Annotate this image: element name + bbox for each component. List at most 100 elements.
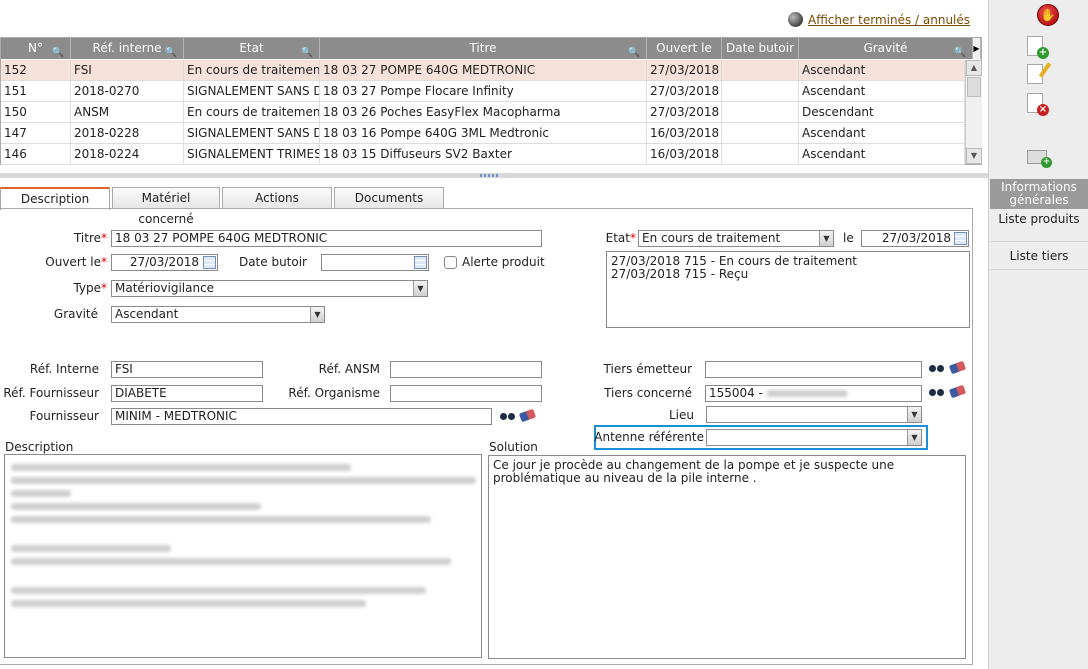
ref-fournisseur-field[interactable]: DIABETE — [111, 385, 263, 402]
chevron-down-icon[interactable]: ▼ — [413, 281, 427, 296]
table-row[interactable]: 150 ANSM En cours de traitement 18 03 26… — [1, 102, 965, 123]
type-label: Type* — [73, 281, 107, 295]
etat-date-field[interactable]: 27/03/2018 — [861, 230, 969, 247]
cell-etat: SIGNALEMENT TRIMES — [184, 144, 320, 165]
mail-add-icon[interactable]: + — [1027, 150, 1052, 168]
binoculars-icon[interactable] — [500, 411, 515, 423]
splitter-grip[interactable] — [480, 174, 500, 177]
stop-hand-icon[interactable]: ✋ — [1037, 4, 1059, 26]
cell-gravite: Ascendant — [799, 60, 965, 81]
ref-organisme-field[interactable] — [390, 385, 542, 402]
col-label: Titre — [469, 41, 497, 55]
col-header-ref[interactable]: Réf. interne 🔍 — [71, 38, 184, 59]
sidebar-item-informations[interactable]: Informations générales — [990, 179, 1088, 209]
table-row[interactable]: 152 FSI En cours de traitement 18 03 27 … — [1, 60, 965, 81]
redacted-line — [11, 545, 171, 552]
cell-gravite: Ascendant — [799, 123, 965, 144]
calendar-icon[interactable] — [203, 256, 216, 269]
col-header-num[interactable]: N° 🔍 — [1, 38, 71, 59]
cell-gravite: Ascendant — [799, 144, 965, 165]
col-header-titre[interactable]: Titre 🔍 — [320, 38, 647, 59]
alerte-checkbox[interactable] — [444, 256, 457, 269]
redacted-line — [11, 464, 351, 471]
table-row[interactable]: 151 2018-0270 SIGNALEMENT SANS D 18 03 2… — [1, 81, 965, 102]
etat-select[interactable]: En cours de traitement ▼ — [638, 230, 834, 247]
calendar-icon[interactable] — [954, 232, 967, 245]
fournisseur-field[interactable]: MINIM - MEDTRONIC — [111, 408, 492, 425]
chevron-down-icon[interactable]: ▼ — [310, 307, 324, 322]
ref-interne-label: Réf. Interne — [29, 362, 99, 376]
new-document-icon[interactable]: + — [1027, 36, 1049, 59]
ref-interne-field[interactable]: FSI — [111, 361, 263, 378]
tab-description[interactable]: Description — [0, 187, 110, 210]
scroll-thumb[interactable] — [967, 77, 981, 97]
tiers-concerne-field[interactable]: 155004 - — [705, 385, 922, 402]
edit-document-icon[interactable] — [1027, 62, 1052, 84]
cell-num: 152 — [1, 60, 71, 81]
tab-materiel[interactable]: Matériel concerné — [112, 187, 220, 226]
sidebar-item-produits[interactable]: Liste produits — [990, 212, 1088, 242]
lieu-label: Lieu — [668, 408, 694, 422]
table-row[interactable]: 147 2018-0228 SIGNALEMENT SANS D 18 03 1… — [1, 123, 965, 144]
cell-titre: 18 03 26 Poches EasyFlex Macopharma — [320, 102, 647, 123]
cell-ref: FSI — [71, 60, 184, 81]
scroll-down-icon[interactable]: ▼ — [966, 148, 982, 164]
scroll-up-icon[interactable]: ▲ — [966, 60, 982, 76]
date-value: 27/03/2018 — [129, 255, 199, 269]
col-header-ouvert[interactable]: Ouvert le — [647, 38, 722, 59]
table-row[interactable]: 146 2018-0224 SIGNALEMENT TRIMES 18 03 1… — [1, 144, 965, 165]
solution-textarea[interactable]: Ce jour je procède au changement de la p… — [488, 455, 966, 659]
table-scrollbar[interactable]: ▲ ▼ — [965, 60, 982, 164]
show-ended-toggle[interactable]: Afficher terminés / annulés — [788, 12, 970, 27]
ref-ansm-label: Réf. ANSM — [318, 362, 380, 376]
label-text: Titre — [73, 231, 101, 245]
col-header-gravite[interactable]: Gravité 🔍 — [799, 38, 973, 59]
titre-field[interactable]: 18 03 27 POMPE 640G MEDTRONIC — [111, 230, 542, 247]
cell-ouvert: 27/03/2018 — [647, 81, 722, 102]
tab-actions[interactable]: Actions — [222, 187, 332, 209]
chevron-down-icon[interactable]: ▼ — [907, 430, 921, 445]
cell-butoir — [722, 102, 799, 123]
label-text: Etat — [605, 231, 630, 245]
ref-fournisseur-label: Réf. Fournisseur — [3, 386, 99, 400]
redacted-line — [11, 558, 451, 565]
cell-ouvert: 27/03/2018 — [647, 60, 722, 81]
chevron-down-icon[interactable]: ▼ — [907, 407, 921, 422]
antenne-select[interactable]: ▼ — [706, 429, 922, 446]
col-header-butoir[interactable]: Date butoir — [722, 38, 799, 59]
ouvert-date-field[interactable]: 27/03/2018 — [111, 254, 218, 271]
col-label: Réf. interne — [92, 41, 162, 55]
cell-ref: 2018-0228 — [71, 123, 184, 144]
binoculars-icon[interactable] — [929, 387, 944, 399]
solution-label: Solution — [489, 440, 538, 454]
ouvert-label: Ouvert le* — [45, 255, 107, 269]
tiers-emetteur-field[interactable] — [705, 361, 922, 378]
show-ended-link[interactable]: Afficher terminés / annulés — [808, 13, 970, 27]
gravite-select[interactable]: Ascendant ▼ — [111, 306, 325, 323]
cell-ref: 2018-0270 — [71, 81, 184, 102]
lieu-select[interactable]: ▼ — [706, 406, 922, 423]
col-header-etat[interactable]: Etat 🔍 — [184, 38, 320, 59]
calendar-icon[interactable] — [414, 256, 427, 269]
scroll-right-icon[interactable]: ▶ — [973, 38, 981, 59]
description-textarea[interactable] — [4, 454, 482, 658]
chevron-down-icon[interactable]: ▼ — [819, 231, 833, 246]
ref-ansm-field[interactable] — [390, 361, 542, 378]
redacted-line — [11, 477, 476, 484]
cell-num: 150 — [1, 102, 71, 123]
tab-documents[interactable]: Documents — [334, 187, 444, 209]
col-label: Date butoir — [725, 41, 795, 55]
binoculars-icon[interactable] — [929, 363, 944, 375]
type-select[interactable]: Matériovigilance ▼ — [111, 280, 428, 297]
select-value: Matériovigilance — [115, 281, 215, 295]
delete-document-icon[interactable]: × — [1027, 93, 1049, 116]
sidebar-item-tiers[interactable]: Liste tiers — [990, 248, 1088, 270]
cell-gravite: Ascendant — [799, 81, 965, 102]
cell-etat: SIGNALEMENT SANS D — [184, 81, 320, 102]
label-text: Ouvert le — [45, 255, 101, 269]
panel-splitter[interactable] — [0, 173, 988, 178]
cell-ouvert: 16/03/2018 — [647, 144, 722, 165]
col-label: N° — [28, 41, 43, 55]
butoir-date-field[interactable] — [321, 254, 429, 271]
cell-butoir — [722, 144, 799, 165]
